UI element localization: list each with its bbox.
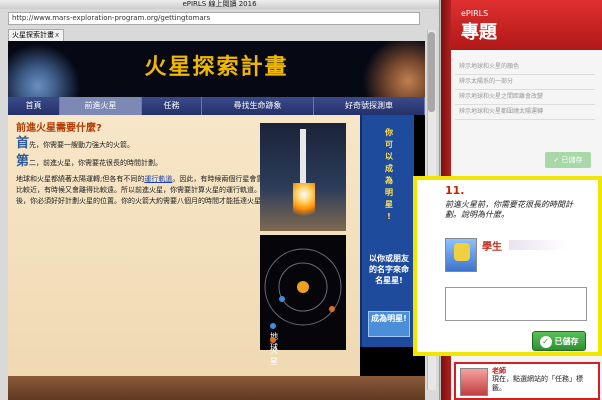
check-icon: ✓: [539, 335, 552, 348]
website-viewport: 火星探索計畫 首頁 前進火星 任務 尋找生命跡象 好奇號探測車 前進火星需要什麼…: [8, 41, 425, 400]
nav-missions[interactable]: 任務: [142, 97, 202, 115]
earth-marker: [279, 296, 285, 302]
teacher-instruction: 現在，點選網站的「任務」標籤。: [492, 375, 583, 392]
window-title: ePIRLS 線上閱讀 2016: [0, 0, 439, 9]
mars-surface-image: [8, 376, 425, 400]
promo-char: 星: [385, 200, 393, 209]
list-item: 辨示地球和火星之間距離會改變: [455, 90, 595, 105]
epirls-logo: ePIRLS: [461, 9, 489, 18]
nav-search-for-life[interactable]: 尋找生命跡象: [202, 97, 314, 115]
paragraph-third: 地球和火星都繞著太陽運轉;但各有不同的運行軌道。因此，有時候兩個行星會靠得比較近…: [16, 174, 271, 207]
list-item: 辨示地球和火星都圍繞太陽運轉: [455, 105, 595, 120]
promo-char: 可: [385, 140, 393, 149]
list-item: 辨示太陽系的一部分: [455, 75, 595, 90]
panel-header: ePIRLS 專題: [441, 0, 602, 50]
saved-button-previous: ✓ 已儲存: [545, 152, 591, 168]
mars-marker: [329, 306, 335, 312]
promo-char: 你: [385, 128, 393, 137]
para1-initial: 首: [16, 136, 30, 151]
promo-char: 明: [385, 188, 393, 197]
promo-vertical-text: 你 可 以 成 為 明 星 !: [362, 127, 416, 223]
list-item: 辨示地球和火星的顏色: [455, 60, 595, 75]
earth-dot-icon: [270, 323, 276, 329]
student-label-bar: [509, 240, 569, 250]
rocket-flame-icon: [293, 183, 315, 221]
site-banner: 火星探索計畫: [8, 41, 425, 97]
become-star-button[interactable]: 成為明星!: [368, 311, 410, 337]
promo-subtext: 以你或朋友的名字來命名星星!: [369, 254, 409, 285]
question-text: 前進火星前，你需要花很長的時間計劃。說明為什麼。: [445, 200, 573, 219]
student-avatar: [445, 238, 477, 272]
answer-input[interactable]: [445, 287, 587, 321]
para3-text-before: 地球和火星都繞著太陽運轉;但各有不同的: [16, 175, 145, 183]
nav-curiosity-rover[interactable]: 好奇號探測車: [314, 97, 425, 115]
sun-icon: [297, 281, 309, 293]
paragraph-second: 第二，前進火星，你需要花很長的時間計劃。: [16, 154, 271, 169]
nav-getting-to-mars[interactable]: 前進火星: [60, 97, 142, 115]
scrollbar-thumb[interactable]: [428, 32, 435, 112]
legend-mars-label: 火星: [270, 346, 278, 366]
text-column: 首先，你需要一艘動力強大的火箭。 第二，前進火星，你需要花很長的時間計劃。 地球…: [16, 136, 271, 207]
panel-title: 專題: [461, 22, 497, 43]
teacher-avatar: [460, 368, 488, 396]
student-label: 學生: [482, 242, 502, 253]
mars-dot-icon: [270, 337, 276, 343]
site-title: 火星探索計畫: [144, 55, 289, 80]
previous-answers-list: 辨示地球和火星的顏色 辨示太陽系的一部分 辨示地球和火星之間距離會改變 辨示地球…: [455, 60, 595, 120]
promo-char: 以: [385, 152, 393, 161]
orbit-link[interactable]: 運行軌道: [144, 175, 172, 183]
screen: ePIRLS 線上閱讀 2016 http://www.mars-explora…: [0, 0, 602, 400]
address-bar[interactable]: http://www.mars-exploration-program.org/…: [8, 12, 420, 25]
para1-text: 先，你需要一艘動力強大的火箭。: [29, 141, 135, 149]
question-card: 11. 前進火星前，你需要花很長的時間計劃。說明為什麼。 學生 ✓ 已儲存: [413, 176, 602, 356]
legend-mars: 火星: [270, 336, 278, 367]
nav-home[interactable]: 首頁: [8, 97, 60, 115]
browser-window: ePIRLS 線上閱讀 2016 http://www.mars-explora…: [0, 0, 440, 400]
main-content: 前進火星需要什麼? 首先，你需要一艘動力強大的火箭。 第二，前進火星，你需要花很…: [8, 115, 360, 400]
rocket-launch-photo: [260, 123, 346, 231]
save-button-label: 已儲存: [554, 337, 579, 346]
promo-char: 成: [385, 164, 393, 173]
rocket-icon: [300, 129, 306, 189]
save-button[interactable]: ✓ 已儲存: [532, 331, 586, 351]
star-promo-sidebar: 你 可 以 成 為 明 星 ! 以你或朋友的名字來命名星星! 成為明星!: [360, 115, 414, 347]
para2-initial: 第: [16, 154, 30, 169]
site-nav: 首頁 前進火星 任務 尋找生命跡象 好奇號探測車: [8, 97, 425, 115]
tab-close-icon[interactable]: x: [55, 31, 59, 39]
promo-char: !: [387, 212, 391, 221]
question-number: 11.: [445, 184, 465, 197]
promo-char: 為: [385, 176, 393, 185]
teacher-message: 老師 現在，點選網站的「任務」標籤。: [454, 362, 600, 400]
avatar-face-icon: [454, 243, 470, 261]
para2-text: 二，前進火星，你需要花很長的時間計劃。: [29, 159, 163, 167]
paragraph-first: 首先，你需要一艘動力強大的火箭。: [16, 136, 271, 151]
saved-label: 已儲存: [561, 156, 583, 164]
